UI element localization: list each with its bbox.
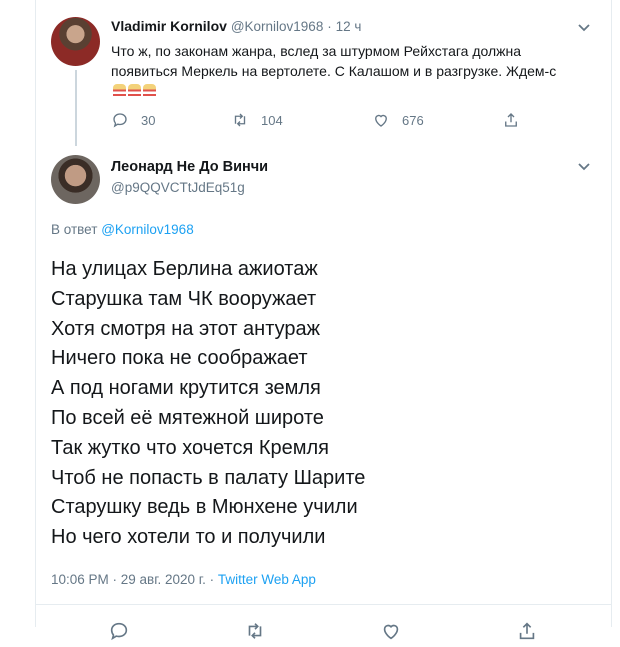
author-name[interactable]: Vladimir Kornilov xyxy=(111,18,227,34)
poem-line: Но чего хотели то и получили xyxy=(51,526,326,549)
parent-tweet-text: Что ж, по законам жанра, вслед за штурмо… xyxy=(111,41,571,101)
poem-line: На улицах Берлина ажиотаж xyxy=(51,258,318,280)
tweet-time[interactable]: 12 ч xyxy=(336,19,362,34)
popcorn-icon xyxy=(128,84,141,98)
author-handle[interactable]: @p9QQVCTtJdEq51g xyxy=(111,180,245,195)
popcorn-icon xyxy=(113,84,126,98)
chevron-down-icon[interactable] xyxy=(577,159,591,173)
share-button[interactable] xyxy=(502,111,520,129)
like-icon xyxy=(383,624,399,640)
tweet-timestamp[interactable]: 10:06 PM · 29 авг. 2020 г. · xyxy=(51,572,218,587)
retweet-icon xyxy=(234,113,246,127)
divider xyxy=(36,604,611,605)
reply-icon xyxy=(110,622,128,641)
replying-to-link[interactable]: @Kornilov1968 xyxy=(101,222,194,237)
poem-line: Старушку ведь в Мюнхене учили xyxy=(51,496,358,519)
parent-header: Vladimir Kornilov @Kornilov1968 · 12 ч xyxy=(111,18,361,34)
poem-line: По всей её мятежной широте xyxy=(51,406,324,429)
avatar[interactable] xyxy=(51,17,100,66)
chevron-down-icon[interactable] xyxy=(577,20,591,34)
share-button[interactable] xyxy=(516,620,538,647)
reply-button[interactable] xyxy=(108,620,130,647)
retweet-count: 104 xyxy=(261,112,283,128)
like-icon xyxy=(375,114,387,127)
like-button[interactable] xyxy=(380,620,402,647)
replying-to: В ответ @Kornilov1968 xyxy=(51,222,194,237)
share-icon xyxy=(519,622,535,640)
poem-line: Так жутко что хочется Кремля xyxy=(51,436,330,459)
avatar[interactable] xyxy=(51,155,100,204)
poem-line: Чтоб не попасть в палату Шарите xyxy=(51,466,366,489)
like-button[interactable]: 676 xyxy=(372,111,424,129)
poem-line: Хотя смотря на этот антураж xyxy=(51,317,321,340)
reply-count: 30 xyxy=(141,112,156,128)
author-handle[interactable]: @Kornilov1968 xyxy=(231,19,324,34)
like-count: 676 xyxy=(402,112,424,128)
replying-prefix: В ответ xyxy=(51,222,98,237)
poem-line: А под ногами крутится земля xyxy=(51,377,321,400)
reply-icon xyxy=(113,113,127,128)
thread-line xyxy=(75,70,77,146)
retweet-button[interactable]: 104 xyxy=(231,111,283,129)
popcorn-icon xyxy=(143,84,156,98)
poem-line: Старушка там ЧК вооружает xyxy=(51,287,317,310)
separator-dot: · xyxy=(327,19,332,34)
reply-button[interactable]: 30 xyxy=(111,111,155,129)
source-app-link[interactable]: Twitter Web App xyxy=(218,572,316,587)
poem-line: Ничего пока не соображает xyxy=(51,347,308,370)
tweet-body: Что ж, по законам жанра, вслед за штурмо… xyxy=(111,43,557,79)
tweet-meta: 10:06 PM · 29 авг. 2020 г. · Twitter Web… xyxy=(51,572,316,587)
share-icon xyxy=(505,113,517,127)
parent-actions: 30 104 676 xyxy=(111,111,551,135)
retweet-icon xyxy=(248,623,262,639)
retweet-button[interactable] xyxy=(244,620,266,647)
author-name[interactable]: Леонард Не До Винчи xyxy=(111,159,268,175)
reply-tweet-text: На улицах Берлина ажиотаж Старушка там Ч… xyxy=(51,255,365,553)
